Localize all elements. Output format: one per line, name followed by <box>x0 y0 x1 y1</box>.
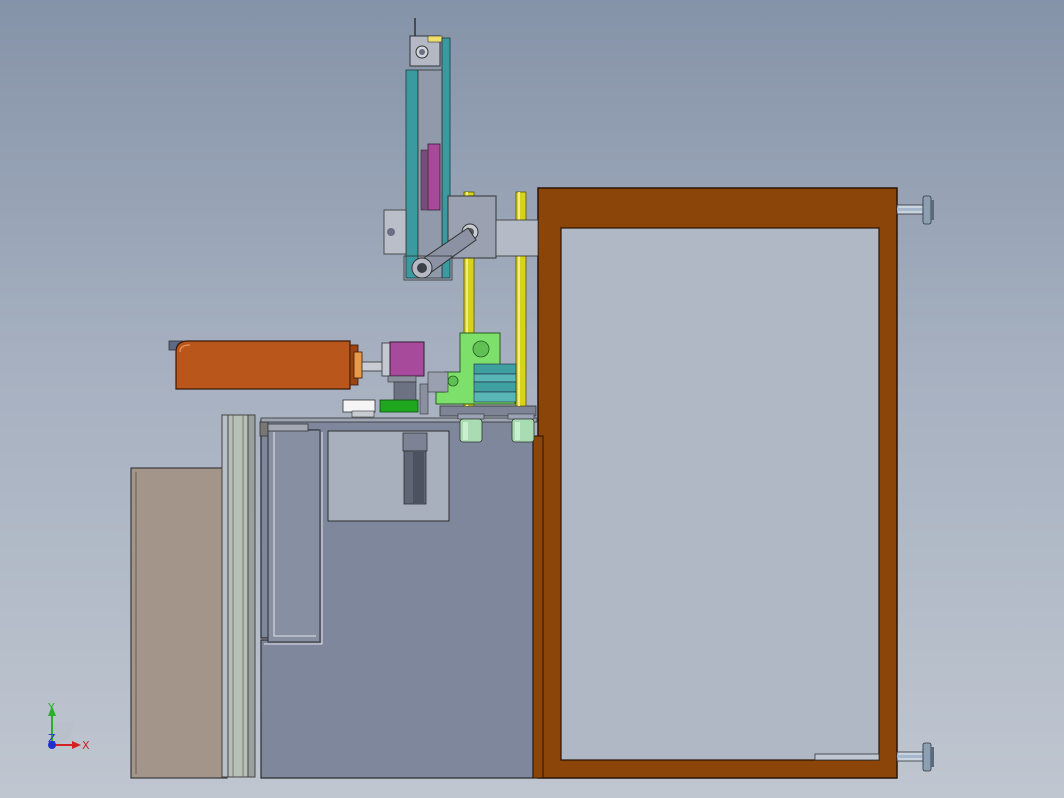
triad-z-label: Z <box>48 732 56 745</box>
outer-frame <box>532 187 898 779</box>
leveling-foot-top <box>896 195 934 225</box>
leveling-foot-bottom <box>896 742 934 772</box>
axis-triad: Y X Z <box>47 701 90 752</box>
green-bracket <box>435 332 517 405</box>
cad-viewport[interactable]: Y X Z <box>0 0 1064 798</box>
pneumatic-cylinder <box>168 340 385 390</box>
base-body <box>259 419 534 779</box>
machine-drawing[interactable]: Y X Z <box>0 0 1064 798</box>
triad-y-label: Y <box>47 701 55 714</box>
vertical-actuator <box>383 18 539 281</box>
left-cabinet <box>130 414 256 779</box>
triad-x-label: X <box>82 739 90 752</box>
